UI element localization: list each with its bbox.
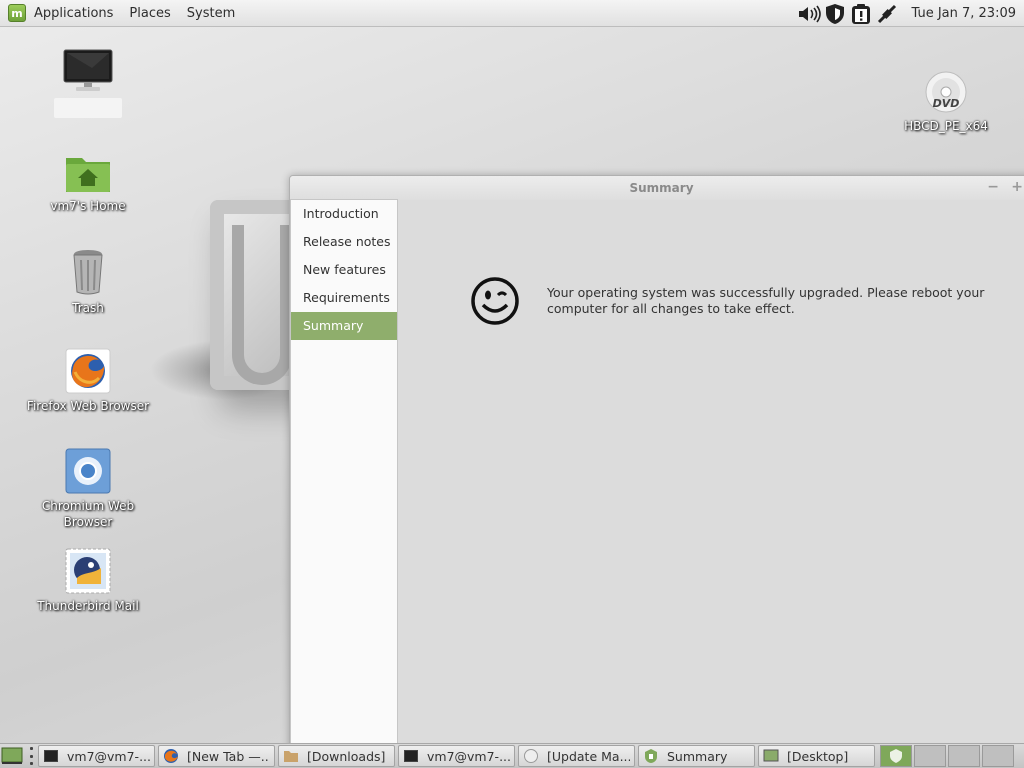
places-menu-label: Places bbox=[129, 5, 171, 21]
thunderbird-label: Thunderbird Mail bbox=[37, 599, 139, 613]
mint-upgrade-icon bbox=[645, 749, 657, 763]
sidebar-item-requirements[interactable]: Requirements bbox=[291, 284, 397, 312]
places-menu[interactable]: Places bbox=[121, 0, 178, 27]
firefox-icon bbox=[65, 348, 111, 394]
clock[interactable]: Tue Jan 7, 23:09 bbox=[901, 6, 1024, 21]
task-downloads[interactable]: [Downloads] bbox=[278, 745, 395, 767]
desktop-icon-home[interactable]: vm7's Home bbox=[23, 152, 153, 214]
task-terminal-2[interactable]: vm7@vm7-... bbox=[398, 745, 515, 767]
chromium-icon bbox=[65, 448, 111, 494]
window-titlebar[interactable]: Summary − + bbox=[290, 176, 1024, 200]
desktop-icon-computer[interactable] bbox=[23, 48, 153, 118]
task-label: [Update Ma... bbox=[547, 748, 630, 764]
workspace-1[interactable] bbox=[880, 745, 912, 767]
folder-icon bbox=[284, 751, 298, 762]
update-manager-icon bbox=[524, 749, 538, 763]
system-menu-label: System bbox=[186, 5, 236, 21]
update-manager-icon[interactable] bbox=[849, 2, 873, 26]
dvd-badge-text: DVD bbox=[933, 97, 960, 110]
workspace-2[interactable] bbox=[914, 745, 946, 767]
firefox-icon bbox=[164, 749, 178, 763]
desktop-icon bbox=[763, 749, 779, 762]
sidebar-item-summary[interactable]: Summary bbox=[291, 312, 397, 340]
task-label: [New Tab —... bbox=[187, 748, 270, 764]
sidebar-item-release-notes[interactable]: Release notes bbox=[291, 228, 397, 256]
bottom-taskbar: vm7@vm7-... [New Tab —... [Downloads] vm… bbox=[0, 743, 1024, 768]
wizard-sidebar: Introduction Release notes New features … bbox=[290, 199, 398, 754]
sidebar-item-new-features[interactable]: New features bbox=[291, 256, 397, 284]
firefox-label: Firefox Web Browser bbox=[26, 399, 150, 413]
sidebar-item-introduction[interactable]: Introduction bbox=[291, 200, 397, 228]
task-label: Summary bbox=[667, 748, 728, 764]
network-icon[interactable] bbox=[875, 2, 899, 26]
upgrade-summary-window: Summary − + Introduction Release notes N… bbox=[289, 175, 1024, 755]
workspace-3[interactable] bbox=[948, 745, 980, 767]
taskbar-grip-icon[interactable] bbox=[28, 747, 34, 765]
summary-content: Your operating system was successfully u… bbox=[398, 199, 1024, 754]
minimize-icon[interactable]: − bbox=[987, 179, 999, 195]
applications-menu-label: Applications bbox=[34, 5, 114, 21]
chromium-label: Chromium Web Browser bbox=[41, 499, 135, 529]
system-tray: Tue Jan 7, 23:09 bbox=[797, 0, 1024, 27]
workspace-4[interactable] bbox=[982, 745, 1014, 767]
desktop-icon-chromium[interactable]: Chromium Web Browser bbox=[23, 448, 153, 530]
desktop-icon-thunderbird[interactable]: Thunderbird Mail bbox=[23, 548, 153, 614]
thunderbird-icon bbox=[65, 548, 111, 594]
volume-icon[interactable] bbox=[797, 2, 822, 26]
task-desktop[interactable]: [Desktop] bbox=[758, 745, 875, 767]
workspace-window-icon bbox=[890, 749, 902, 763]
show-desktop-button[interactable] bbox=[0, 745, 24, 767]
desktop-icon-dvd[interactable]: DVD HBCD_PE_x64 bbox=[881, 70, 1011, 134]
task-update-manager[interactable]: [Update Ma... bbox=[518, 745, 635, 767]
show-desktop-icon bbox=[1, 747, 23, 764]
system-menu[interactable]: System bbox=[179, 0, 243, 27]
terminal-icon bbox=[44, 750, 58, 762]
dvd-icon: DVD bbox=[925, 71, 967, 113]
shield-icon[interactable] bbox=[823, 2, 847, 26]
home-folder-icon bbox=[66, 158, 110, 192]
task-label: [Downloads] bbox=[307, 748, 386, 764]
top-panel: m Applications Places System Tue Jan 7, … bbox=[0, 0, 1024, 27]
maximize-icon[interactable]: + bbox=[1011, 179, 1023, 195]
desktop-icon-trash[interactable]: Trash bbox=[23, 248, 153, 316]
terminal-icon bbox=[404, 750, 418, 762]
task-summary[interactable]: Summary bbox=[638, 745, 755, 767]
computer-label-box bbox=[54, 98, 122, 118]
applications-menu[interactable]: m Applications bbox=[0, 0, 121, 27]
task-label: [Desktop] bbox=[787, 748, 849, 764]
trash-label: Trash bbox=[72, 301, 104, 315]
mint-logo-icon: m bbox=[8, 4, 26, 22]
summary-message: Your operating system was successfully u… bbox=[547, 285, 985, 316]
wink-smiley-icon bbox=[471, 277, 519, 325]
trash-icon bbox=[73, 250, 103, 295]
home-label: vm7's Home bbox=[50, 199, 126, 213]
window-title: Summary bbox=[629, 181, 694, 195]
task-label: vm7@vm7-... bbox=[427, 748, 510, 764]
computer-icon bbox=[63, 49, 113, 91]
dvd-label: HBCD_PE_x64 bbox=[904, 119, 988, 133]
desktop-icon-firefox[interactable]: Firefox Web Browser bbox=[23, 348, 153, 414]
wallpaper-mint-logo-inner bbox=[232, 225, 292, 385]
task-label: vm7@vm7-... bbox=[67, 748, 150, 764]
task-terminal-1[interactable]: vm7@vm7-... bbox=[38, 745, 155, 767]
task-firefox[interactable]: [New Tab —... bbox=[158, 745, 275, 767]
